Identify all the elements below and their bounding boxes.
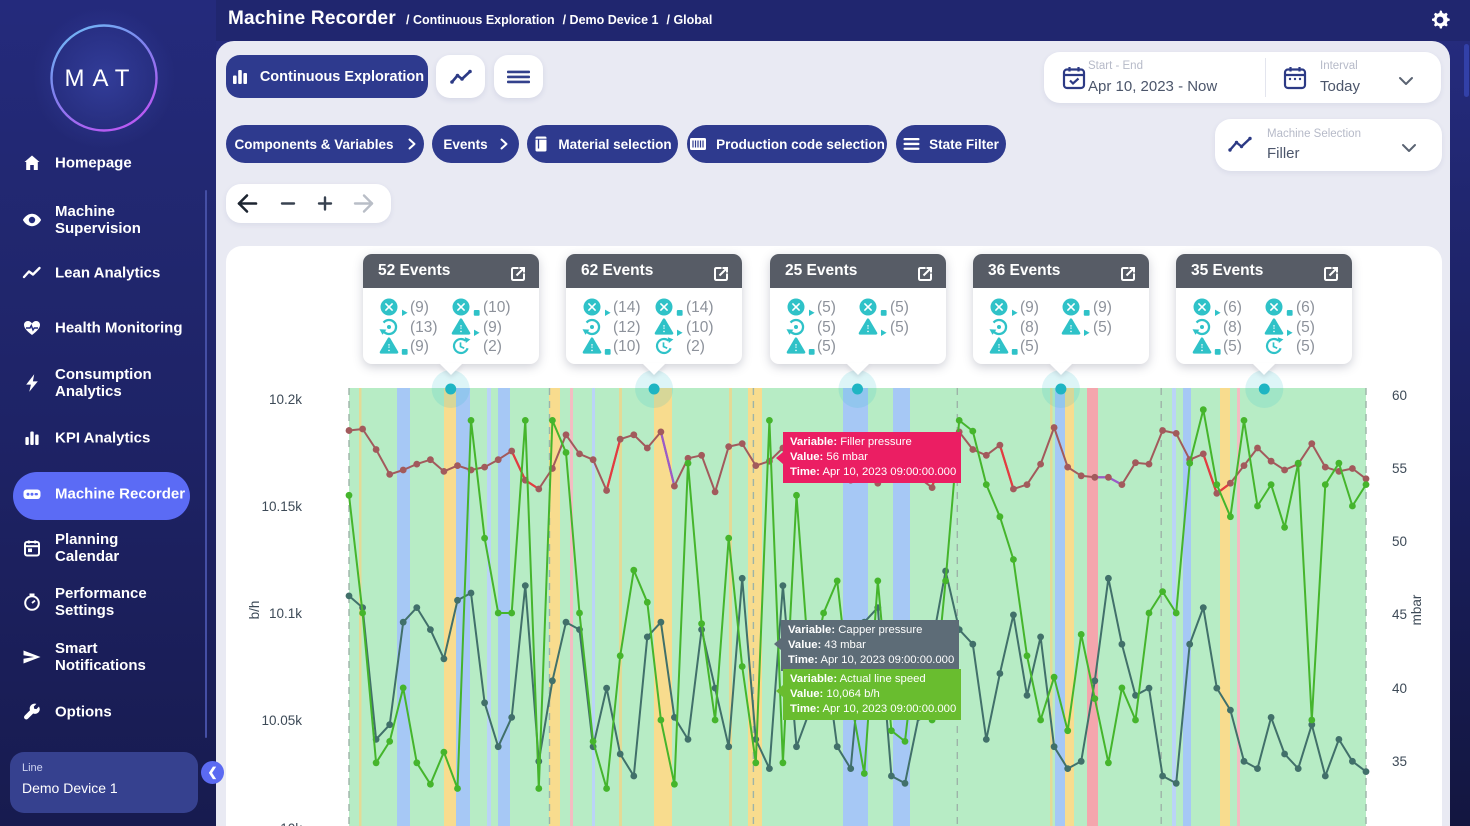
svg-text:45: 45 <box>1392 607 1407 622</box>
svg-text:(9): (9) <box>1093 299 1112 316</box>
svg-text:(5): (5) <box>1296 319 1315 336</box>
svg-text:(5): (5) <box>817 319 836 336</box>
svg-text:(13): (13) <box>410 319 438 336</box>
svg-text:(8): (8) <box>1020 319 1039 336</box>
svg-text:(10): (10) <box>686 319 714 336</box>
svg-text:(8): (8) <box>1223 319 1242 336</box>
svg-text:mbar: mbar <box>1409 594 1424 625</box>
svg-text:(10): (10) <box>483 299 511 316</box>
svg-text:(5): (5) <box>1093 319 1112 336</box>
svg-text:10.15k: 10.15k <box>261 499 302 514</box>
svg-text:(5): (5) <box>890 319 909 336</box>
svg-text:(5): (5) <box>817 338 836 355</box>
svg-text:10.2k: 10.2k <box>269 392 302 407</box>
svg-text:(9): (9) <box>483 319 502 336</box>
svg-text:50: 50 <box>1392 534 1407 549</box>
svg-text:(9): (9) <box>410 338 429 355</box>
svg-text:(5): (5) <box>1296 338 1315 355</box>
svg-text:35: 35 <box>1392 754 1407 769</box>
svg-text:MAT: MAT <box>65 65 138 92</box>
svg-text:(12): (12) <box>613 319 641 336</box>
svg-text:(9): (9) <box>1020 299 1039 316</box>
svg-text:(6): (6) <box>1296 299 1315 316</box>
svg-text:10k: 10k <box>280 821 302 826</box>
svg-text:b/h: b/h <box>247 601 262 620</box>
svg-text:(5): (5) <box>817 299 836 316</box>
svg-text:(2): (2) <box>686 338 705 355</box>
svg-text:10.1k: 10.1k <box>269 606 302 621</box>
svg-text:(14): (14) <box>686 299 714 316</box>
svg-text:(10): (10) <box>613 338 641 355</box>
svg-text:(2): (2) <box>483 338 502 355</box>
svg-text:(5): (5) <box>890 299 909 316</box>
svg-text:10.05k: 10.05k <box>261 713 302 728</box>
svg-text:40: 40 <box>1392 681 1407 696</box>
svg-text:60: 60 <box>1392 388 1407 403</box>
svg-text:(6): (6) <box>1223 299 1242 316</box>
svg-text:(5): (5) <box>1020 338 1039 355</box>
svg-text:(5): (5) <box>1223 338 1242 355</box>
svg-text:(14): (14) <box>613 299 641 316</box>
svg-text:(9): (9) <box>410 299 429 316</box>
svg-text:55: 55 <box>1392 461 1407 476</box>
